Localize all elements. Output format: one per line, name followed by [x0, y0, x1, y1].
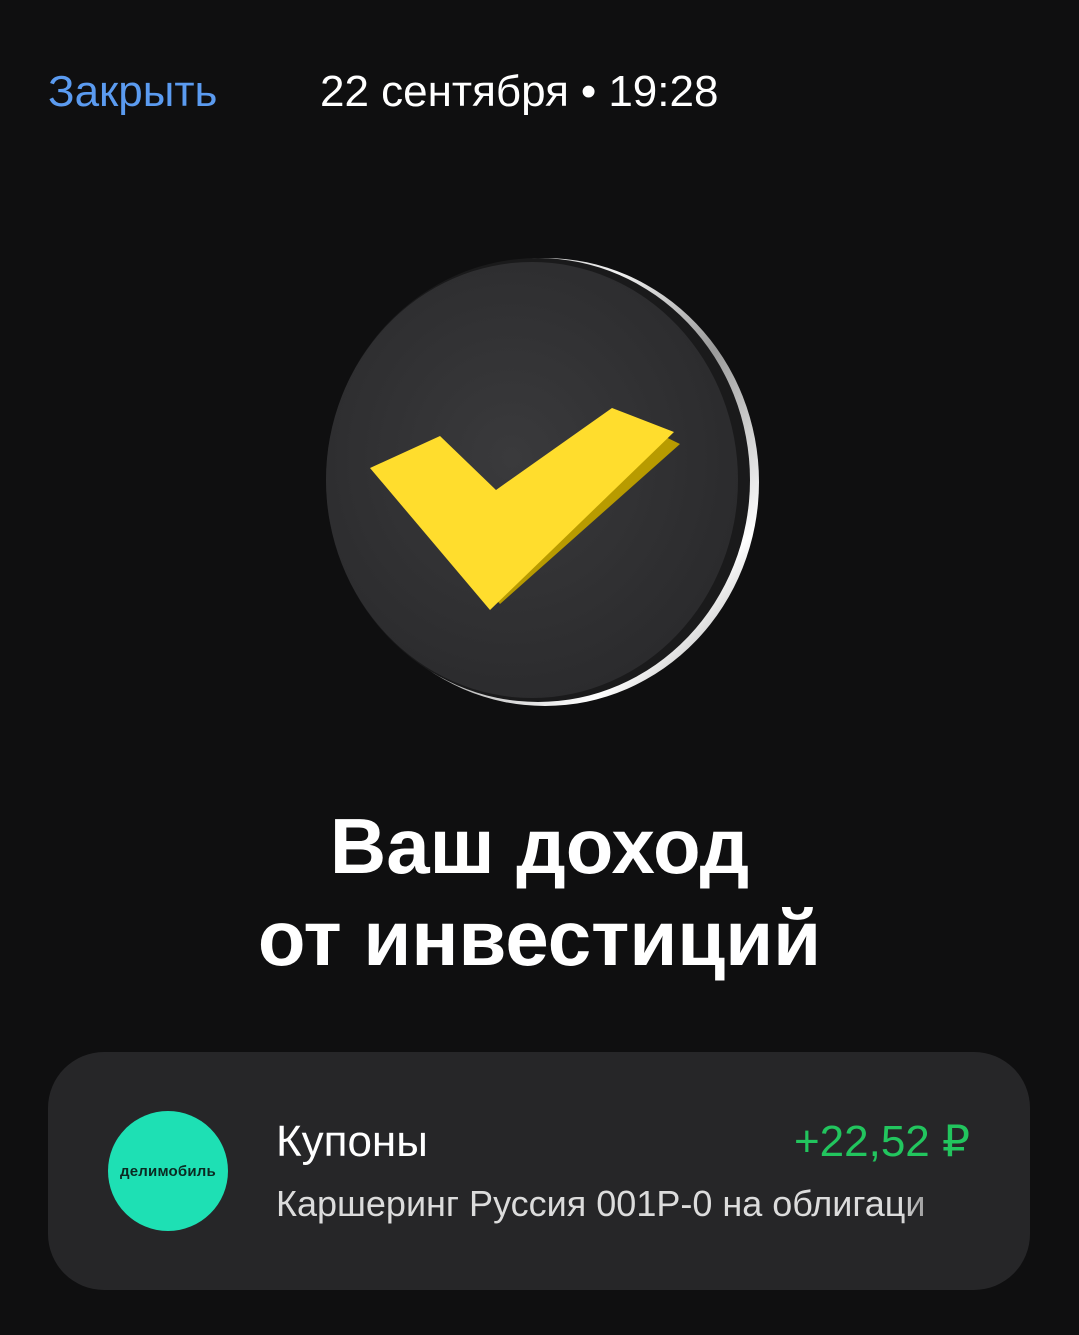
operation-type: Купоны [276, 1117, 428, 1166]
datetime-separator: • [580, 67, 597, 116]
operation-time: 19:28 [608, 67, 719, 116]
page-title: Ваш доход от инвестиций [0, 800, 1079, 984]
operation-amount: +22,52 ₽ [793, 1117, 970, 1166]
operation-date: 22 сентября [320, 67, 569, 116]
close-button[interactable]: Закрыть [48, 64, 217, 120]
operation-description: Каршеринг Руссия 001P-0 на облигаци [276, 1183, 926, 1224]
issuer-logo: делимобиль [108, 1111, 228, 1231]
checkmark-coin-icon [316, 254, 762, 710]
operation-datetime: 22 сентября • 19:28 [320, 64, 718, 120]
issuer-logo-text: делимобиль [120, 1162, 216, 1180]
page-title-line-2: от инвестиций [257, 894, 822, 982]
page-title-line-1: Ваш доход [329, 802, 750, 890]
top-bar: Закрыть 22 сентября • 19:28 [0, 0, 1079, 185]
operation-card[interactable]: делимобиль Купоны +22,52 ₽ Каршеринг Рус… [48, 1052, 1030, 1290]
